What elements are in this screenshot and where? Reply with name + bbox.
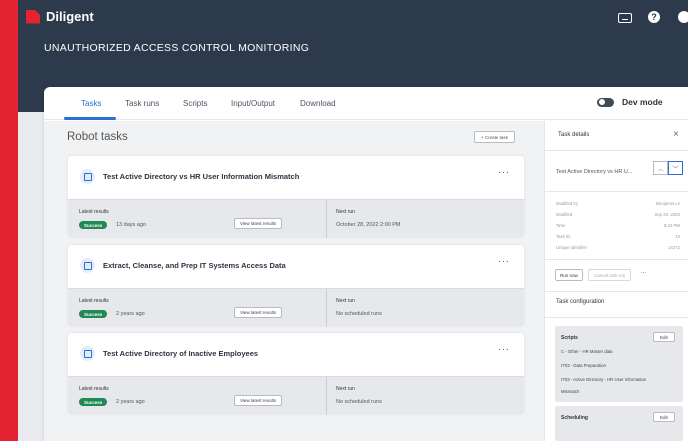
next-run-label: Next run [336, 209, 355, 215]
task-details-panel: Task details × Test Active Directory vs … [544, 121, 688, 441]
meta-label: Modified by [556, 201, 578, 206]
task-card[interactable]: Test Active Directory vs HR User Informa… [68, 156, 524, 238]
task-name[interactable]: Test Active Directory vs HR User Informa… [103, 172, 299, 181]
diligent-logo-icon [26, 9, 40, 24]
tab-scripts[interactable]: Scripts [183, 99, 207, 108]
meta-label: Time [556, 223, 566, 228]
tab-input-output[interactable]: Input/Output [231, 99, 275, 108]
script-item[interactable]: C - Other - HR Master data [561, 349, 613, 354]
last-run-time: 2 years ago [116, 399, 145, 405]
scripts-title: Scripts [561, 335, 578, 341]
brand-accent-band [0, 0, 18, 441]
scheduling-section: Scheduling Edit [555, 406, 683, 441]
create-task-button[interactable]: + Create task [474, 131, 515, 143]
edit-scripts-button[interactable]: Edit [653, 332, 675, 342]
task-name[interactable]: Extract, Cleanse, and Prep IT Systems Ac… [103, 261, 286, 270]
robot-icon [80, 258, 95, 273]
column-divider [326, 289, 327, 327]
dev-mode-toggle[interactable]: Dev mode [597, 97, 663, 107]
meta-value: Sep 23, 2022 [654, 212, 680, 217]
scheduling-title: Scheduling [561, 415, 588, 421]
meta-label: Modified [556, 212, 573, 217]
status-badge: Success [79, 398, 108, 406]
tab-task-runs[interactable]: Task runs [125, 99, 159, 108]
brand-logo[interactable]: Diligent [26, 9, 94, 24]
calendar-icon [80, 169, 95, 184]
next-run-value: No scheduled runs [336, 311, 382, 317]
meta-value: 10 [675, 234, 680, 239]
view-latest-results-button[interactable]: View latest results [234, 218, 283, 229]
task-results: Latest results Success 13 days ago View … [68, 199, 524, 238]
divider [545, 291, 688, 292]
edit-scheduling-button[interactable]: Edit [653, 412, 675, 422]
run-now-button[interactable]: Run now [555, 269, 583, 281]
task-configuration-title: Task configuration [556, 299, 605, 305]
chevron-up-icon[interactable]: ︿ [653, 161, 668, 175]
dev-mode-label: Dev mode [622, 97, 663, 107]
view-latest-results-button[interactable]: View latest results [234, 307, 283, 318]
tab-bar: Tasks Task runs Scripts Input/Output Dow… [44, 87, 688, 120]
more-options-icon[interactable]: ... [641, 269, 646, 275]
last-run-time: 13 days ago [116, 222, 146, 228]
meta-value: 8:23 PM [663, 223, 680, 228]
script-item[interactable]: IT03 - Data Preparation [561, 363, 606, 368]
next-run-label: Next run [336, 386, 355, 392]
scripts-section: Scripts Edit C - Other - HR Master data … [555, 326, 683, 402]
close-icon[interactable]: × [673, 129, 679, 140]
more-options-icon[interactable]: ··· [498, 256, 510, 267]
task-card-header: Extract, Cleanse, and Prep IT Systems Ac… [68, 245, 524, 288]
meta-label: Task ID [556, 234, 571, 239]
task-results: Latest results Success 2 years ago View … [68, 288, 524, 327]
user-icon[interactable] [678, 11, 688, 23]
task-name[interactable]: Test Active Directory of Inactive Employ… [103, 349, 258, 358]
next-run-value: No scheduled runs [336, 399, 382, 405]
panel-header: Task details × [545, 121, 688, 151]
script-item: Mismatch [561, 389, 580, 394]
divider [545, 317, 688, 318]
last-run-time: 2 years ago [116, 311, 145, 317]
meta-label: Unique identifier [556, 245, 588, 250]
latest-results-label: Latest results [79, 298, 109, 304]
more-options-icon[interactable]: ··· [498, 344, 510, 355]
toggle-switch[interactable] [597, 97, 614, 107]
column-divider [326, 377, 327, 415]
script-item[interactable]: IT03 - Active Directory - HR User Inform… [561, 377, 646, 382]
page-title: UNAUTHORIZED ACCESS CONTROL MONITORING [44, 42, 310, 54]
status-badge: Success [79, 310, 108, 318]
latest-results-label: Latest results [79, 386, 109, 392]
next-run-value: October 28, 2022 2:00 PM [336, 222, 401, 228]
keyboard-icon[interactable] [618, 13, 632, 23]
panel-title: Task details [558, 132, 590, 138]
status-badge: Success [79, 221, 108, 229]
latest-results-label: Latest results [79, 209, 109, 215]
meta-value: Benjamin Le [656, 201, 680, 206]
active-tab-indicator [64, 117, 116, 120]
robot-icon [80, 346, 95, 361]
more-options-icon[interactable]: ··· [498, 167, 510, 178]
next-run-label: Next run [336, 298, 355, 304]
task-card-header: Test Active Directory vs HR User Informa… [68, 156, 524, 199]
tab-tasks[interactable]: Tasks [81, 99, 101, 108]
chevron-down-icon[interactable]: ﹀ [668, 161, 683, 175]
tab-download[interactable]: Download [300, 99, 336, 108]
selected-task-name: Test Active Directory vs HR U... [556, 169, 633, 175]
task-card[interactable]: Test Active Directory of Inactive Employ… [68, 333, 524, 415]
divider [545, 259, 688, 260]
task-card[interactable]: Extract, Cleanse, and Prep IT Systems Ac… [68, 245, 524, 327]
main-card: Tasks Task runs Scripts Input/Output Dow… [44, 87, 688, 441]
cancel-task-run-button[interactable]: Cancel task run [588, 269, 632, 281]
column-divider [326, 200, 327, 238]
task-card-header: Test Active Directory of Inactive Employ… [68, 333, 524, 376]
meta-value: 14272 [668, 245, 680, 250]
task-results: Latest results Success 2 years ago View … [68, 376, 524, 415]
view-latest-results-button[interactable]: View latest results [234, 395, 283, 406]
task-list-area: Robot tasks + Create task Test Active Di… [44, 121, 544, 441]
task-navigation: ︿ ﹀ [653, 161, 683, 175]
help-icon[interactable]: ? [648, 11, 660, 23]
brand-name: Diligent [46, 9, 94, 24]
section-title: Robot tasks [67, 131, 128, 143]
divider [545, 191, 688, 192]
